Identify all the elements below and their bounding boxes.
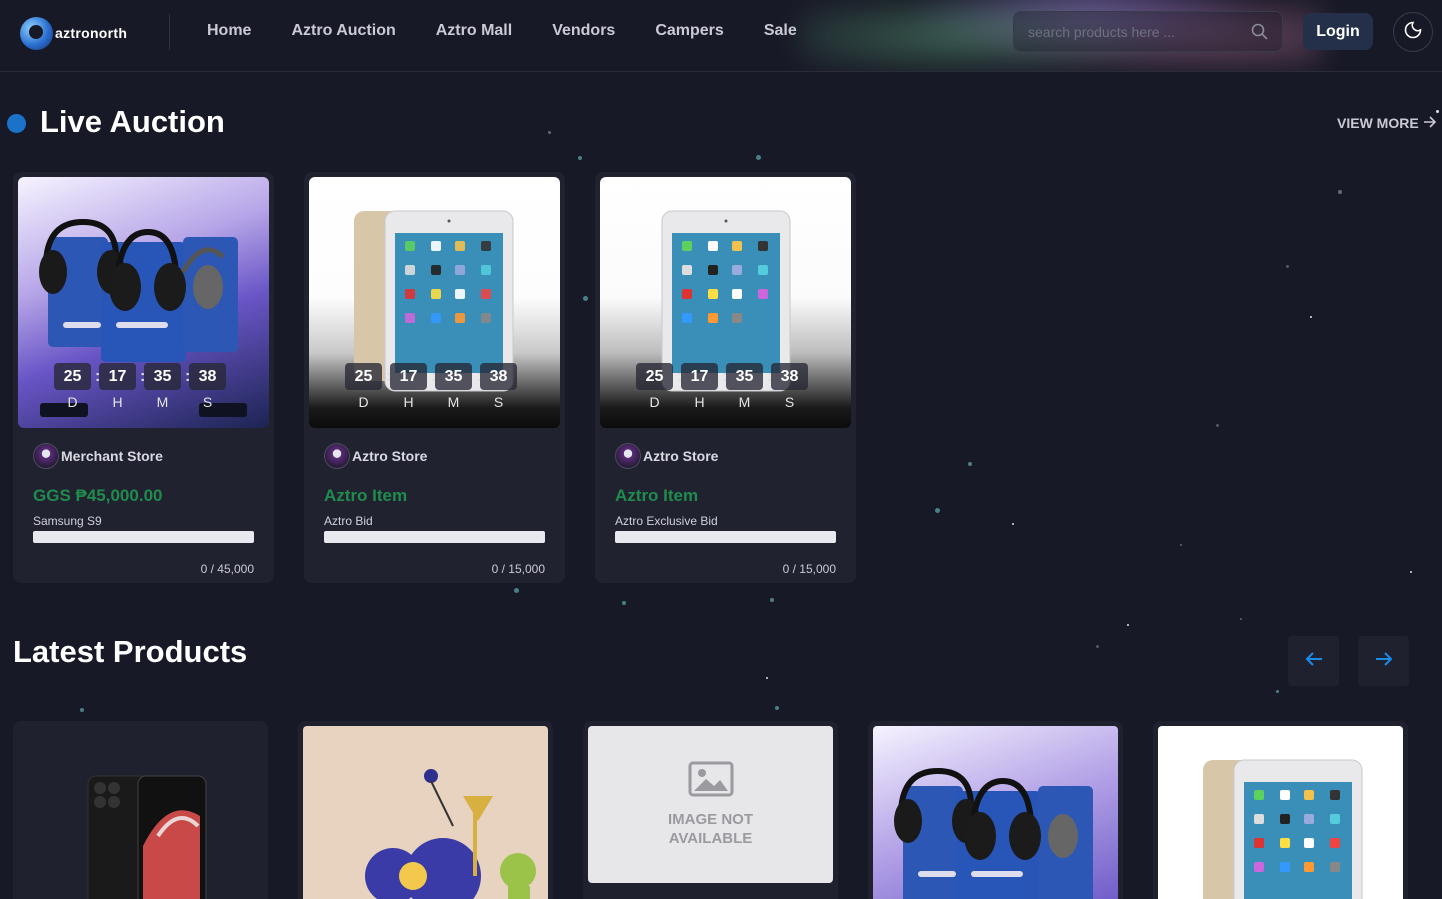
countdown-hours-label: H bbox=[694, 394, 705, 410]
nav-campers[interactable]: Campers bbox=[655, 22, 723, 40]
product-card[interactable] bbox=[1153, 721, 1408, 899]
store-avatar bbox=[33, 443, 59, 469]
auction-price: Aztro Item bbox=[324, 486, 408, 505]
auction-card[interactable]: 25 D : 17 H : 35 M : 38 S Merchant Store GGS… bbox=[13, 172, 274, 583]
nav-sale[interactable]: Sale bbox=[764, 22, 797, 40]
store-link[interactable]: Merchant Store bbox=[33, 443, 163, 469]
countdown-timer: 25 D : 17 H : 35 M : 38 S bbox=[636, 363, 808, 410]
countdown-hours: 17 bbox=[681, 363, 718, 390]
bid-count: 0 / 15,000 bbox=[491, 562, 545, 576]
countdown-hours: 17 bbox=[99, 363, 136, 390]
product-image[interactable] bbox=[303, 726, 548, 899]
countdown-timer: 25 D : 17 H : 35 M : 38 S bbox=[54, 363, 226, 410]
bid-progress-bar bbox=[33, 531, 254, 543]
nav-aztro-auction[interactable]: Aztro Auction bbox=[291, 22, 395, 40]
image-not-available-placeholder: IMAGE NOT AVAILABLE bbox=[588, 726, 833, 883]
store-name: Merchant Store bbox=[61, 448, 163, 464]
store-avatar bbox=[324, 443, 350, 469]
countdown-hours: 17 bbox=[390, 363, 427, 390]
moon-icon bbox=[1404, 21, 1422, 44]
image-placeholder-icon bbox=[688, 761, 734, 802]
countdown-seconds: 38 bbox=[189, 363, 226, 390]
store-name: Aztro Store bbox=[643, 448, 719, 464]
product-image[interactable] bbox=[18, 726, 263, 899]
nav-vendors[interactable]: Vendors bbox=[552, 22, 615, 40]
nav-aztro-mall[interactable]: Aztro Mall bbox=[436, 22, 512, 40]
countdown-seconds: 38 bbox=[771, 363, 808, 390]
logo-text: aztronorth bbox=[55, 25, 128, 41]
store-name: Aztro Store bbox=[352, 448, 428, 464]
countdown-seconds: 38 bbox=[480, 363, 517, 390]
bid-count: 0 / 45,000 bbox=[200, 562, 254, 576]
countdown-minutes: 35 bbox=[726, 363, 763, 390]
countdown-hours-label: H bbox=[112, 394, 123, 410]
product-image[interactable] bbox=[873, 726, 1118, 899]
logo[interactable]: aztronorth bbox=[20, 16, 127, 50]
arrow-left-icon bbox=[1305, 651, 1323, 672]
search-input[interactable] bbox=[1028, 22, 1248, 42]
auction-price: GGS ₱45,000.00 bbox=[33, 486, 163, 505]
product-image[interactable] bbox=[1158, 726, 1403, 899]
top-navbar: aztronorth Home Aztro Auction Aztro Mall… bbox=[0, 0, 1442, 72]
countdown-seconds-label: S bbox=[784, 394, 795, 410]
nav-divider bbox=[169, 14, 170, 50]
countdown-minutes: 35 bbox=[435, 363, 472, 390]
product-card[interactable] bbox=[298, 721, 553, 899]
live-indicator bbox=[7, 114, 26, 133]
view-more-link[interactable]: VIEW MORE bbox=[1337, 115, 1437, 131]
auction-item-name: Aztro Bid bbox=[324, 514, 373, 528]
auction-item-name: Aztro Exclusive Bid bbox=[615, 514, 718, 528]
store-link[interactable]: Aztro Store bbox=[615, 443, 718, 469]
countdown-days-label: D bbox=[649, 394, 660, 410]
countdown-seconds-label: S bbox=[202, 394, 213, 410]
countdown-minutes-label: M bbox=[156, 394, 169, 410]
countdown-minutes-label: M bbox=[738, 394, 751, 410]
store-avatar bbox=[615, 443, 641, 469]
countdown-minutes-label: M bbox=[447, 394, 460, 410]
search-icon[interactable] bbox=[1251, 23, 1268, 45]
countdown-days: 25 bbox=[636, 363, 673, 390]
countdown-timer: 25 D : 17 H : 35 M : 38 S bbox=[345, 363, 517, 410]
view-more-label: VIEW MORE bbox=[1337, 115, 1419, 131]
product-card[interactable] bbox=[13, 721, 268, 899]
product-card[interactable]: IMAGE NOT AVAILABLE bbox=[583, 721, 838, 899]
product-card[interactable] bbox=[868, 721, 1123, 899]
nav-home[interactable]: Home bbox=[207, 22, 251, 40]
arrow-right-icon bbox=[1423, 115, 1437, 131]
countdown-days-label: D bbox=[67, 394, 78, 410]
countdown-days-label: D bbox=[358, 394, 369, 410]
main-nav: Home Aztro Auction Aztro Mall Vendors Ca… bbox=[207, 22, 797, 40]
image-not-available-text: IMAGE NOT AVAILABLE bbox=[668, 811, 753, 847]
countdown-minutes: 35 bbox=[144, 363, 181, 390]
carousel-prev-button[interactable] bbox=[1288, 636, 1339, 686]
bid-progress-bar bbox=[324, 531, 545, 543]
countdown-days: 25 bbox=[345, 363, 382, 390]
bid-count: 0 / 15,000 bbox=[782, 562, 836, 576]
arrow-right-icon bbox=[1375, 651, 1393, 672]
auction-card[interactable]: 25 D : 17 H : 35 M : 38 S Aztro Store Aztro … bbox=[595, 172, 856, 583]
login-button[interactable]: Login bbox=[1303, 13, 1373, 50]
auction-price: Aztro Item bbox=[615, 486, 699, 505]
auction-card[interactable]: 25 D : 17 H : 35 M : 38 S Aztro Store Aztro … bbox=[304, 172, 565, 583]
auction-card-image[interactable]: 25 D : 17 H : 35 M : 38 S bbox=[309, 177, 560, 428]
bid-progress-bar bbox=[615, 531, 836, 543]
live-auction-title: Live Auction bbox=[40, 104, 225, 139]
latest-products-title: Latest Products bbox=[13, 634, 248, 669]
countdown-days: 25 bbox=[54, 363, 91, 390]
logo-icon bbox=[20, 16, 53, 50]
countdown-hours-label: H bbox=[403, 394, 414, 410]
auction-item-name: Samsung S9 bbox=[33, 514, 102, 528]
countdown-seconds-label: S bbox=[493, 394, 504, 410]
auction-card-image[interactable]: 25 D : 17 H : 35 M : 38 S bbox=[600, 177, 851, 428]
carousel-next-button[interactable] bbox=[1358, 636, 1409, 686]
search-box bbox=[1013, 11, 1283, 52]
auction-card-image[interactable]: 25 D : 17 H : 35 M : 38 S bbox=[18, 177, 269, 428]
theme-toggle-button[interactable] bbox=[1393, 12, 1433, 52]
store-link[interactable]: Aztro Store bbox=[324, 443, 427, 469]
